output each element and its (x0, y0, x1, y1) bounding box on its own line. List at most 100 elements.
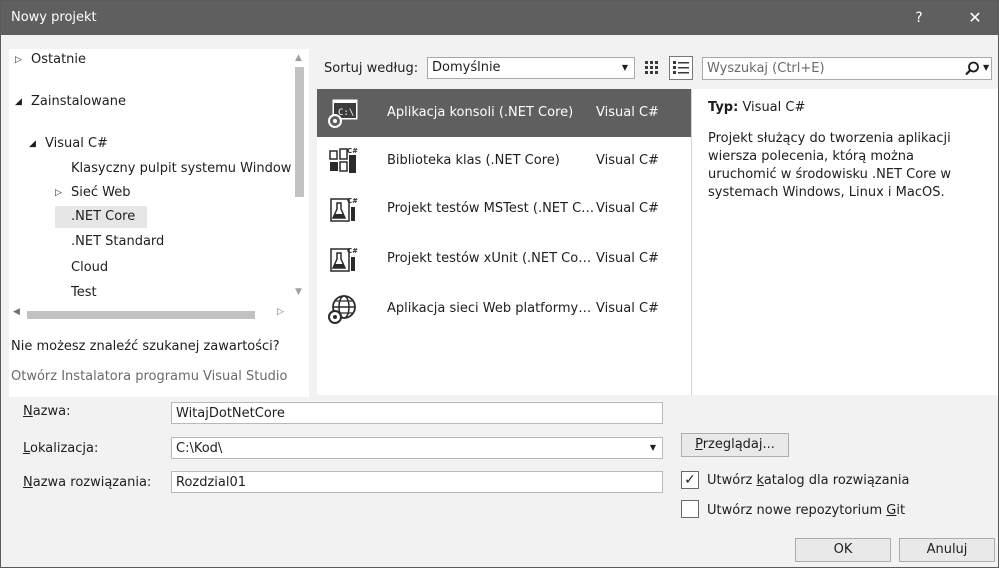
chevron-down-icon[interactable]: ▼ (650, 443, 656, 452)
location-label: Lokalizacja: (23, 441, 98, 456)
scroll-left-arrow-icon[interactable]: ◀ (13, 307, 20, 317)
type-label: Typ: (708, 100, 739, 115)
solution-name-label: Nazwa rozwiązania: (23, 475, 151, 490)
project-name-field[interactable] (171, 402, 663, 424)
tree-item-label: Sieć Web (71, 185, 131, 200)
new-project-dialog: Nowy projekt ? ✕ ▷ Ostatnie ◢ Zainstalow… (0, 0, 999, 568)
template-language: Visual C# (596, 105, 659, 120)
tree-horizontal-scrollbar[interactable]: ◀ ▷ (9, 307, 291, 321)
template-list: C:\ Aplikacja konsoli (.NET Core) Visual… (317, 89, 691, 395)
sort-dropdown[interactable]: Domyślnie ▼ (427, 57, 635, 79)
tree-item-label: .NET Core (71, 209, 136, 224)
create-git-repo-label[interactable]: Utwórz nowe repozytorium Git (707, 503, 905, 518)
template-item-console-app[interactable]: C:\ Aplikacja konsoli (.NET Core) Visual… (317, 89, 691, 137)
tree-item-label: Visual C# (45, 136, 108, 151)
ok-button[interactable]: OK (795, 538, 891, 562)
test-project-icon: C# (327, 243, 359, 275)
scrollbar-thumb[interactable] (27, 311, 255, 319)
template-type: Typ: Visual C# (708, 100, 805, 115)
access-key: k (756, 473, 764, 488)
scroll-up-arrow-icon[interactable]: ▲ (295, 53, 302, 63)
template-name: Aplikacja konsoli (.NET Core) (387, 105, 574, 120)
collapse-arrow-icon[interactable]: ◢ (29, 133, 41, 155)
tree-item-label: .NET Standard (71, 234, 165, 249)
grid-view-icon[interactable] (641, 57, 663, 79)
collapse-arrow-icon[interactable]: ◢ (15, 91, 27, 113)
not-found-text: Nie możesz znaleźć szukanej zawartości? (11, 339, 280, 354)
access-key: N (23, 404, 33, 419)
chevron-down-icon: ▼ (621, 63, 628, 72)
expand-arrow-icon[interactable]: ▷ (15, 49, 27, 71)
template-name: Projekt testów xUnit (.NET Core) (387, 251, 595, 266)
template-description: Projekt służący do tworzenia aplikacji w… (708, 131, 951, 200)
access-key: N (23, 475, 33, 490)
create-directory-checkbox[interactable]: ✓ (681, 471, 699, 489)
label-text: it (896, 503, 906, 518)
access-key: G (886, 503, 897, 518)
template-name: Biblioteka klas (.NET Core) (387, 153, 560, 168)
access-key: L (23, 441, 31, 456)
project-name-input[interactable] (176, 405, 646, 422)
svg-text:C#: C# (347, 197, 358, 205)
open-installer-link[interactable]: Otwórz Instalatora programu Visual Studi… (11, 369, 287, 384)
label-text: Utwórz (707, 473, 757, 488)
expand-arrow-icon[interactable]: ▷ (55, 182, 67, 204)
scroll-down-arrow-icon[interactable]: ▼ (295, 287, 302, 297)
scroll-right-arrow-icon[interactable]: ▷ (277, 307, 284, 317)
label-text: okalizacja: (30, 441, 99, 456)
solution-name-input[interactable] (176, 474, 646, 491)
label-text: azwa: (32, 404, 71, 419)
search-icon[interactable] (963, 60, 981, 78)
dialog-title: Nowy projekt (11, 10, 97, 25)
sort-label: Sortuj według: (324, 61, 419, 76)
tree-item-label: Ostatnie (31, 52, 87, 67)
class-library-icon: C# (327, 145, 359, 177)
location-combobox[interactable]: ▼ (171, 437, 663, 459)
web-app-icon (327, 293, 359, 325)
browse-button[interactable]: Przeglądaj... (681, 433, 789, 457)
checkmark-icon: ✓ (684, 472, 696, 488)
title-bar: Nowy projekt ? ✕ (1, 1, 998, 35)
label-text: Utwórz nowe repozytorium (707, 503, 887, 518)
template-name: Projekt testów MSTest (.NET Core) (387, 201, 595, 216)
template-item-web-app[interactable]: Aplikacja sieci Web platformy ASP.NET Co… (317, 285, 691, 333)
create-directory-label[interactable]: Utwórz katalog dla rozwiązania (707, 473, 909, 488)
sort-value: Domyślnie (432, 60, 501, 75)
label-text: azwa rozwiązania: (32, 475, 152, 490)
template-item-class-library[interactable]: C# Biblioteka klas (.NET Core) Visual C# (317, 137, 691, 185)
list-view-icon[interactable] (669, 56, 693, 80)
tree-item-label: Zainstalowane (31, 94, 126, 109)
help-button[interactable]: ? (907, 7, 931, 29)
template-item-xunit[interactable]: C# Projekt testów xUnit (.NET Core) Visu… (317, 235, 691, 283)
scrollbar-thumb[interactable] (295, 67, 304, 197)
tree-vertical-scrollbar[interactable]: ▲ ▼ (292, 53, 306, 303)
button-label: rzeglądaj... (702, 437, 775, 452)
category-tree: ▷ Ostatnie ◢ Zainstalowane ◢ Visual C# K… (9, 49, 291, 303)
access-key: P (695, 437, 703, 452)
template-language: Visual C# (596, 301, 659, 316)
tree-item-net-core[interactable]: .NET Core (55, 206, 147, 228)
template-details: Typ: Visual C# Projekt służący do tworze… (691, 89, 998, 395)
chevron-down-icon[interactable]: ▼ (983, 63, 989, 72)
search-box[interactable]: ▼ (702, 57, 992, 80)
tree-item-label: Cloud (71, 260, 109, 275)
template-name: Aplikacja sieci Web platformy ASP.NET Co… (387, 301, 595, 316)
template-language: Visual C# (596, 201, 659, 216)
tree-item-label: Test (71, 285, 97, 300)
svg-text:C#: C# (347, 147, 358, 155)
tree-item-label: Klasyczny pulpit systemu Windows (71, 161, 291, 176)
label-text: atalog dla rozwiązania (763, 473, 910, 488)
svg-text:C:\: C:\ (338, 108, 354, 118)
solution-name-field[interactable] (171, 471, 663, 493)
close-button[interactable]: ✕ (963, 7, 987, 29)
type-value: Visual C# (742, 100, 806, 115)
search-input[interactable] (707, 60, 957, 77)
name-label: Nazwa: (23, 404, 71, 419)
category-panel: ▷ Ostatnie ◢ Zainstalowane ◢ Visual C# K… (9, 49, 309, 397)
cancel-button[interactable]: Anuluj (899, 538, 995, 562)
test-project-icon: C# (327, 193, 359, 225)
create-git-repo-checkbox[interactable] (681, 500, 699, 518)
location-input[interactable] (176, 440, 646, 457)
svg-text:C#: C# (347, 247, 358, 255)
template-item-mstest[interactable]: C# Projekt testów MSTest (.NET Core) Vis… (317, 185, 691, 233)
